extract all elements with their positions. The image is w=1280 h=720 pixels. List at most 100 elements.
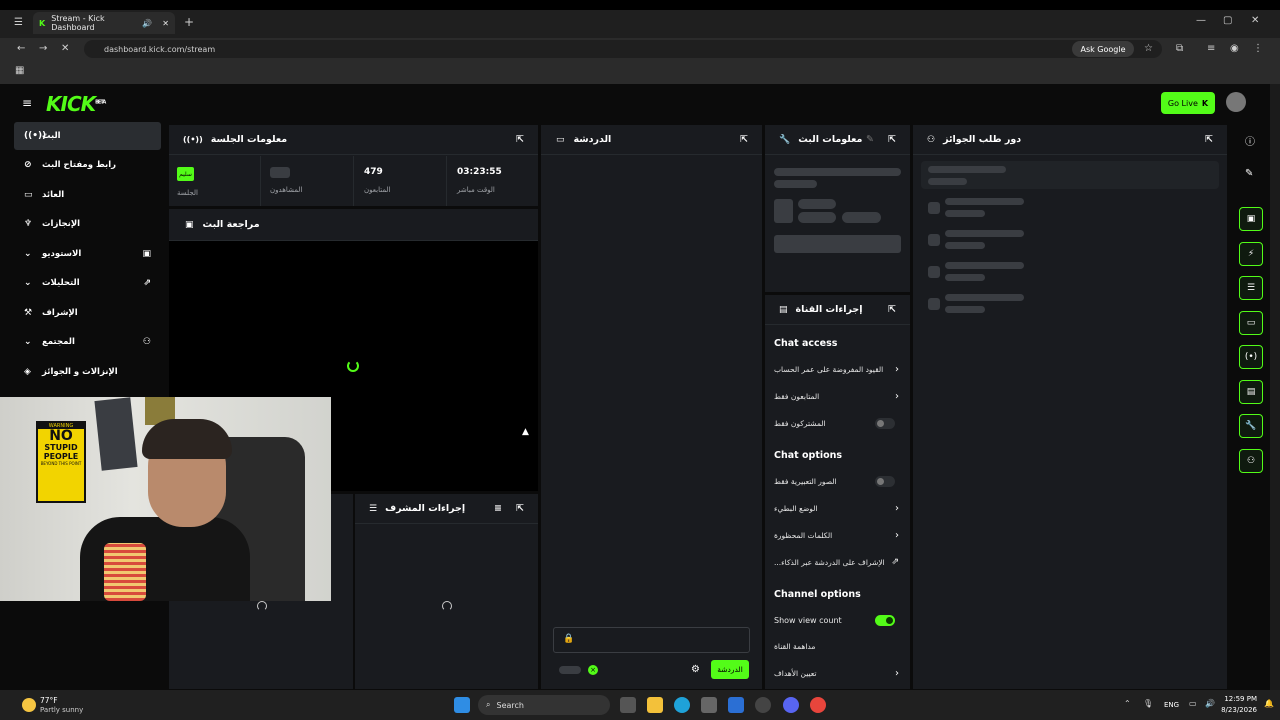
row-show-view-count: Show view count [774, 610, 901, 630]
discord-icon[interactable] [783, 697, 799, 713]
skeleton-pill [842, 212, 881, 223]
edit-layout-pencil-icon[interactable]: ✎ [1245, 168, 1253, 179]
maximize-button[interactable]: ▢ [1223, 16, 1232, 26]
clock-time[interactable]: 12:59 PM [1223, 695, 1257, 703]
popout-icon[interactable]: ⇱ [888, 304, 896, 315]
live-icon: (•) [1244, 352, 1258, 362]
popout-icon[interactable]: ⇱ [516, 503, 524, 514]
hamburger-menu-icon[interactable]: ≡ [22, 97, 32, 109]
go-live-button[interactable]: Go Live K [1161, 92, 1215, 114]
sidebar-item-analytics[interactable]: ⌄ التحليلات ⇗ [14, 269, 161, 297]
row-followers-only[interactable]: المتابعون فقط › [774, 386, 901, 406]
sidebar-item-label: العائد [42, 190, 65, 200]
browser-tab[interactable]: K Stream - Kick Dashboard 🔊 ✕ [33, 12, 175, 34]
rail-modlog-button[interactable]: ☰ [1239, 276, 1263, 300]
ask-google-button[interactable]: Ask Google [1072, 41, 1134, 57]
tray-chevron-icon[interactable]: ⌃ [1124, 699, 1131, 708]
popout-icon[interactable]: ⇱ [1205, 134, 1213, 145]
subscribers-only-toggle[interactable] [875, 417, 895, 429]
clock-date[interactable]: 8/23/2026 [1219, 706, 1257, 714]
popout-icon[interactable]: ⇱ [888, 134, 896, 145]
minimize-button[interactable]: — [1196, 16, 1206, 26]
edge-icon[interactable] [674, 697, 690, 713]
notification-bell-icon[interactable]: 🔔 [1264, 699, 1274, 708]
profile-icon[interactable]: ◉ [1230, 44, 1239, 54]
show-view-count-toggle[interactable] [875, 614, 895, 626]
network-icon[interactable]: ▭ [1189, 699, 1197, 708]
close-window-button[interactable]: ✕ [1251, 16, 1259, 26]
back-button[interactable]: ← [17, 44, 25, 54]
file-explorer-icon[interactable] [647, 697, 663, 713]
skeleton-button [774, 235, 901, 253]
sidebar-item-achievements[interactable]: ♆ الإنجازات [14, 210, 161, 238]
browser-menu-icon[interactable]: ⋮ [1253, 44, 1263, 54]
chat-send-button[interactable]: الدردشة [711, 660, 749, 679]
weather-sun-icon[interactable] [22, 698, 36, 712]
page-scrollbar[interactable] [1270, 84, 1280, 690]
row-set-goals[interactable]: تعيين الأهداف › [774, 663, 901, 683]
kick-favicon-icon: K [39, 18, 46, 28]
app-icon[interactable] [755, 697, 771, 713]
volume-icon[interactable]: 🔊 [1205, 699, 1215, 708]
row-raid-channel[interactable]: مداهمة القناة [774, 636, 901, 656]
rail-stream-info-button[interactable]: 🔧 [1239, 414, 1263, 438]
section-chat-access: Chat access [774, 338, 838, 349]
bookmark-star-icon[interactable]: ☆ [1144, 44, 1153, 54]
skeleton-avatar [928, 234, 940, 246]
edit-pencil-icon[interactable]: ✎ [866, 134, 874, 145]
stream-info-panel: 🔧 معلومات البث ✎ ⇱ [764, 124, 911, 293]
rail-actions-button[interactable]: ⚡ [1239, 242, 1263, 266]
task-view-icon[interactable] [620, 697, 636, 713]
rail-preview-button[interactable]: ▣ [1239, 207, 1263, 231]
rail-session-button[interactable]: (•) [1239, 345, 1263, 369]
apps-grid-icon[interactable]: ▦ [15, 66, 24, 76]
tab-close-icon[interactable]: ✕ [162, 19, 169, 28]
forward-button[interactable]: → [39, 44, 47, 54]
row-ai-moderation[interactable]: ...الإشراف على الدردشة عبر الذكاء ⇗ [774, 552, 901, 572]
language-indicator[interactable]: ENG [1164, 701, 1179, 709]
sidebar-item-community[interactable]: ⌄ المجتمع ⚇ [14, 328, 161, 356]
row-account-age[interactable]: القيود المفروضة على عمر الحساب › [774, 359, 901, 379]
rail-rewards-button[interactable]: ⚇ [1239, 449, 1263, 473]
sidebar-item-studio[interactable]: ⌄ الاستوديو ▣ [14, 240, 161, 268]
chat-icon: ▭ [1246, 318, 1256, 328]
rail-chat-button[interactable]: ▭ [1239, 311, 1263, 335]
chat-settings-gear-icon[interactable]: ⚙ [691, 664, 700, 675]
info-icon[interactable]: ⓘ [1245, 133, 1255, 148]
sidebar-item-stream[interactable]: ((•)) البث [14, 122, 161, 150]
chevron-right-icon: › [895, 502, 899, 514]
reload-button[interactable]: ✕ [61, 44, 69, 54]
emote-icon[interactable]: × [588, 665, 598, 675]
chat-panel: ▭ الدردشة ⇱ 🔒 × ⚙ الدردشة [540, 124, 763, 690]
start-button[interactable] [454, 697, 470, 713]
sidebar-item-revenue[interactable]: ▭ العائد [14, 181, 161, 209]
row-label: الصور التعبيرية فقط [774, 476, 837, 486]
rail-channel-actions-button[interactable]: ▤ [1239, 380, 1263, 404]
row-slow-mode[interactable]: الوضع البطيء › [774, 498, 901, 518]
user-avatar[interactable] [1226, 92, 1246, 112]
tab-search-icon[interactable]: ☰ [14, 18, 23, 28]
address-bar[interactable]: dashboard.kick.com/stream [84, 40, 1162, 58]
chrome-icon[interactable] [810, 697, 826, 713]
mod-actions-panel: ☰ إجراءات المشرف ≡ ⇱ [354, 493, 539, 690]
filter-icon[interactable]: ≡ [494, 503, 502, 514]
row-label: مداهمة القناة [774, 641, 816, 651]
sidebar-item-stream-key[interactable]: ⊘ رابط ومفتاح البث [14, 151, 161, 179]
emotes-only-toggle[interactable] [875, 475, 895, 487]
session-info-panel: ((•)) معلومات الجلسة ⇱ سليم الجلسة المشا… [168, 124, 539, 207]
kick-logo[interactable]: KICKBETA [46, 92, 106, 116]
store-icon[interactable] [701, 697, 717, 713]
extensions-icon[interactable]: ⧉ [1176, 44, 1183, 54]
mail-icon[interactable] [728, 697, 744, 713]
media-icon[interactable]: ≡ [1207, 44, 1215, 54]
live-icon: ((•)) [183, 135, 203, 144]
sidebar-item-drops[interactable]: ◈ الإنزالات و الجوائز [14, 358, 161, 386]
row-banned-words[interactable]: الكلمات المحظورة › [774, 525, 901, 545]
popout-icon[interactable]: ⇱ [740, 134, 748, 145]
microphone-icon[interactable]: 🎙 [1143, 699, 1153, 708]
new-tab-button[interactable]: + [184, 16, 194, 28]
chat-input[interactable]: 🔒 [553, 627, 750, 653]
popout-icon[interactable]: ⇱ [516, 134, 524, 145]
taskbar-search[interactable]: ⌕ Search [478, 695, 610, 715]
sidebar-item-moderation[interactable]: ⚒ الإشراف [14, 299, 161, 327]
